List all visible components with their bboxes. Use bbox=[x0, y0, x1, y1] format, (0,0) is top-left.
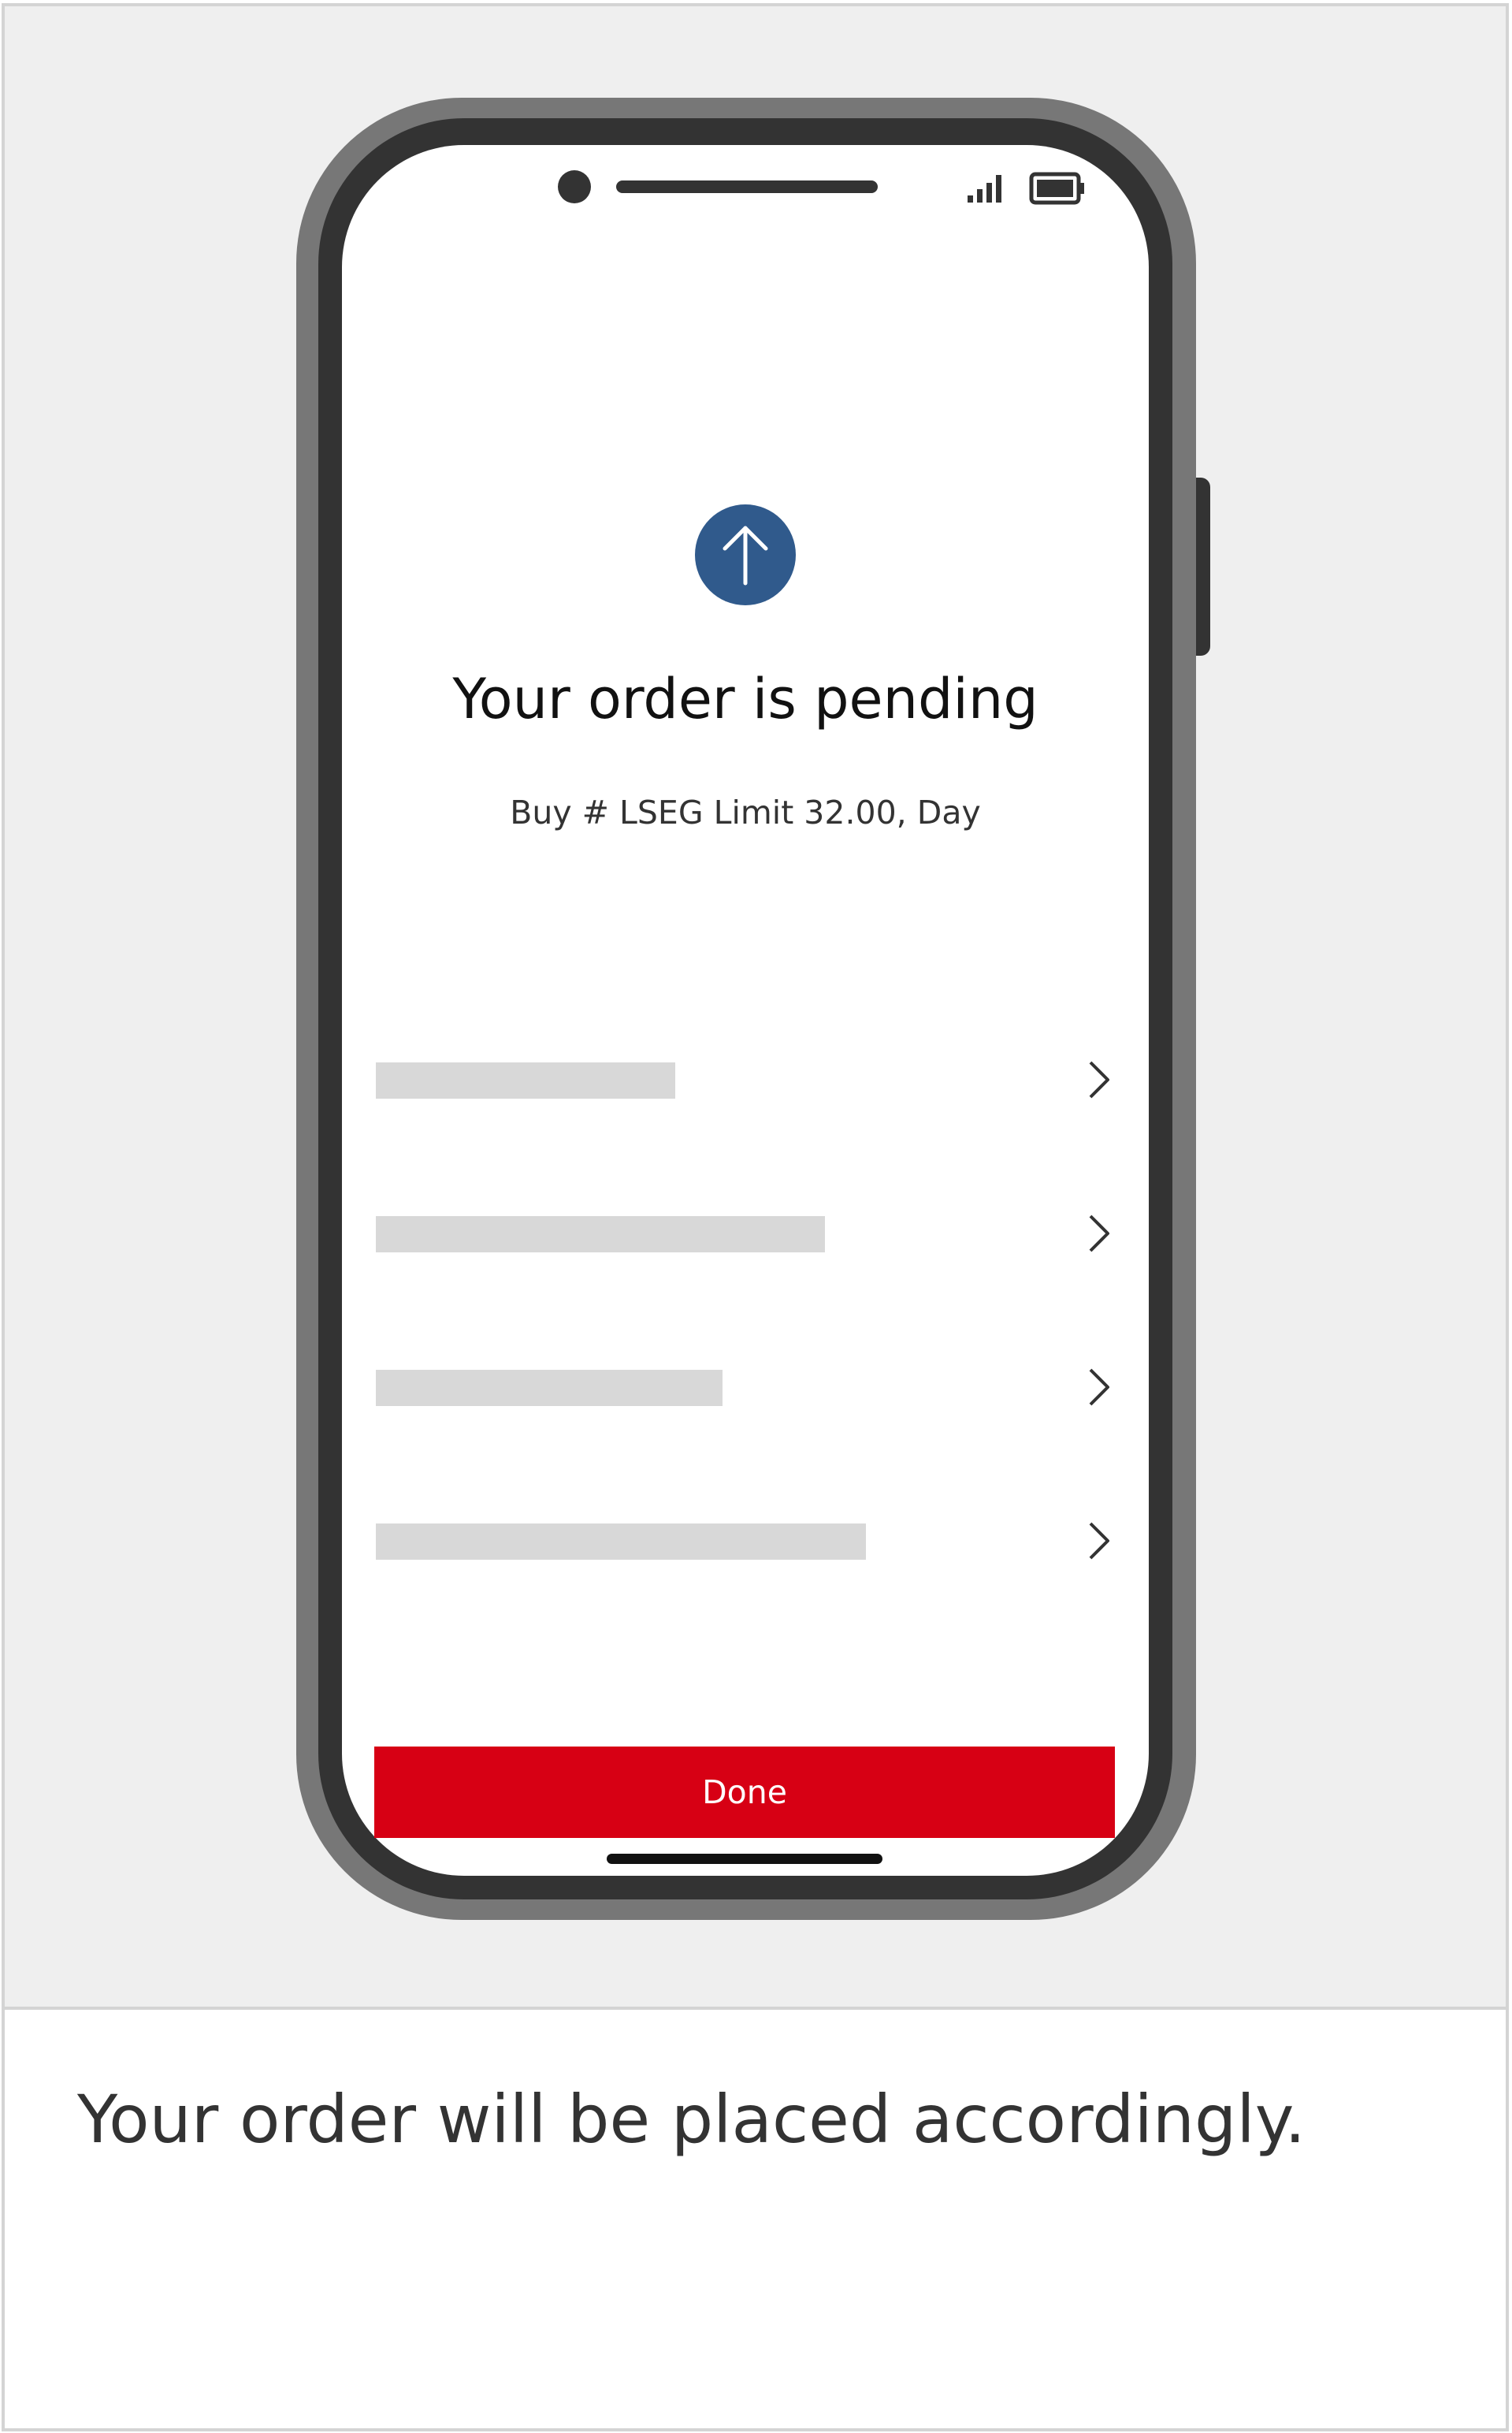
phone-screen bbox=[342, 145, 1149, 1876]
arrow-up-circle-icon bbox=[695, 504, 796, 605]
chevron-right-icon bbox=[1089, 1368, 1109, 1406]
placeholder-bar bbox=[376, 1370, 723, 1406]
list-item[interactable] bbox=[376, 1363, 1131, 1411]
placeholder-bar bbox=[376, 1062, 675, 1099]
placeholder-bar bbox=[376, 1216, 825, 1252]
camera-icon bbox=[558, 170, 591, 203]
order-status-title: Your order is pending bbox=[452, 667, 1038, 731]
battery-icon bbox=[1029, 172, 1084, 205]
list-item[interactable] bbox=[376, 1517, 1131, 1564]
chevron-right-icon bbox=[1089, 1061, 1109, 1099]
speaker-grille bbox=[616, 180, 878, 193]
placeholder-bar bbox=[376, 1523, 866, 1560]
done-button[interactable]: Done bbox=[374, 1747, 1115, 1838]
chevron-right-icon bbox=[1089, 1522, 1109, 1560]
caption-text: Your order will be placed accordingly. bbox=[77, 2081, 1306, 2158]
chevron-right-icon bbox=[1089, 1215, 1109, 1252]
order-summary: Buy # LSEG Limit 32.00, Day bbox=[510, 794, 981, 831]
divider bbox=[5, 2007, 1506, 2010]
home-indicator bbox=[607, 1854, 882, 1864]
list-item[interactable] bbox=[376, 1056, 1131, 1103]
list-item[interactable] bbox=[376, 1210, 1131, 1257]
